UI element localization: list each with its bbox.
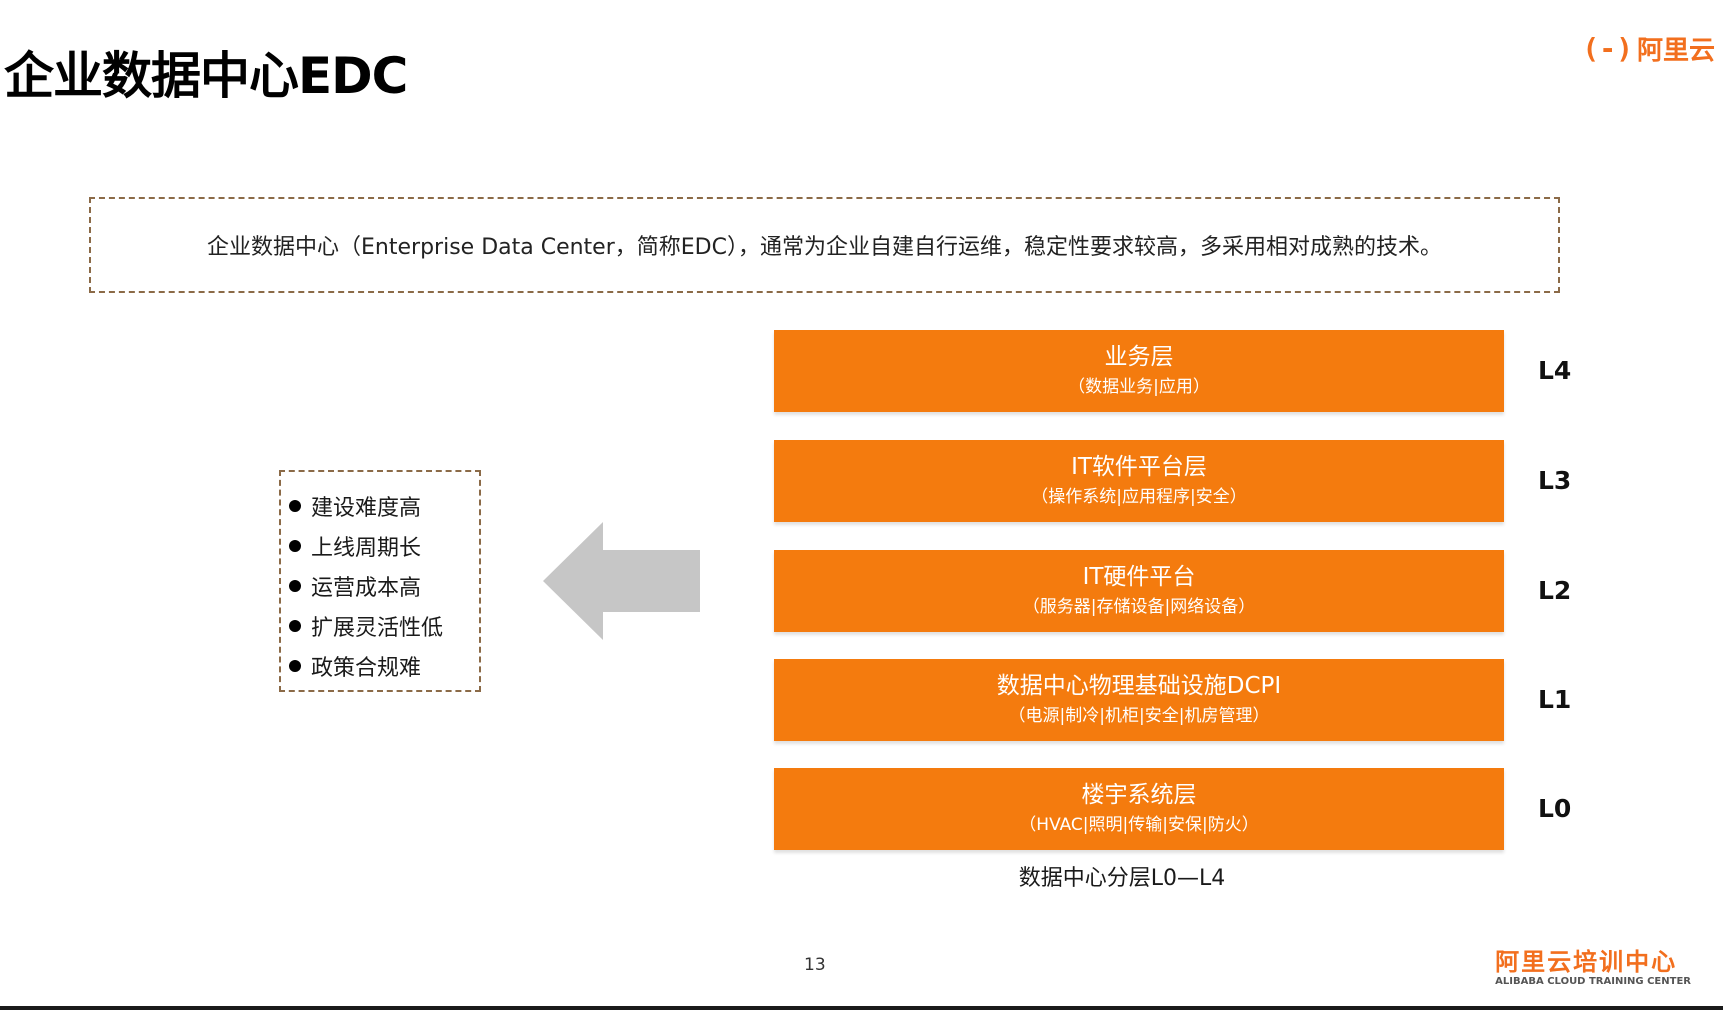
cons-list-item: 运营成本高	[289, 566, 479, 606]
layer-name: 业务层	[1104, 344, 1174, 370]
level-tag-l4: L4	[1538, 356, 1572, 385]
left-arrow-icon	[543, 522, 700, 640]
cons-list-item: 政策合规难	[289, 646, 479, 686]
slide-title: 企业数据中心EDC	[4, 47, 408, 105]
layer-block-l4: 业务层 （数据业务|应用）	[774, 330, 1504, 412]
cons-list-item-label: 上线周期长	[311, 536, 422, 561]
alibaba-cloud-logo: (-) 阿里云	[1582, 30, 1715, 67]
layer-name: IT软件平台层	[1071, 454, 1207, 480]
layer-block-l3: IT软件平台层 （操作系统|应用程序|安全）	[774, 440, 1504, 522]
bullet-icon	[289, 500, 301, 512]
bullet-icon	[289, 580, 301, 592]
cons-list-item-label: 运营成本高	[311, 576, 422, 601]
level-tag-l1: L1	[1538, 685, 1572, 714]
training-center-logo: 阿里云培训中心 ALIBABA CLOUD TRAINING CENTER	[1495, 948, 1691, 988]
training-center-logo-en: ALIBABA CLOUD TRAINING CENTER	[1495, 976, 1691, 987]
layer-block-l2: IT硬件平台 （服务器|存储设备|网络设备）	[774, 550, 1504, 632]
layer-detail: （HVAC|照明|传输|安保|防火）	[1019, 815, 1259, 835]
page-number: 13	[804, 955, 826, 975]
alibaba-cloud-logo-icon: (-)	[1582, 32, 1633, 65]
layer-block-l0: 楼宇系统层 （HVAC|照明|传输|安保|防火）	[774, 768, 1504, 850]
cons-list-item-label: 扩展灵活性低	[311, 616, 444, 641]
cons-list-box: 建设难度高 上线周期长 运营成本高 扩展灵活性低 政策合规难	[279, 470, 481, 692]
level-tag-l3: L3	[1538, 466, 1572, 495]
definition-box: 企业数据中心（Enterprise Data Center，简称EDC），通常为…	[89, 197, 1560, 293]
cons-list-item-label: 建设难度高	[311, 496, 422, 521]
bullet-icon	[289, 660, 301, 672]
definition-text: 企业数据中心（Enterprise Data Center，简称EDC），通常为…	[207, 235, 1442, 260]
layer-detail: （电源|制冷|机柜|安全|机房管理）	[1008, 706, 1270, 726]
bullet-icon	[289, 540, 301, 552]
level-tag-l2: L2	[1538, 576, 1572, 605]
layers-caption: 数据中心分层L0—L4	[1018, 866, 1226, 891]
layer-name: 数据中心物理基础设施DCPI	[996, 673, 1282, 699]
level-tag-l0: L0	[1538, 794, 1572, 823]
alibaba-cloud-logo-text: 阿里云	[1636, 36, 1715, 66]
cons-list-item: 扩展灵活性低	[289, 606, 479, 646]
layer-detail: （服务器|存储设备|网络设备）	[1022, 597, 1256, 617]
cons-list-item: 建设难度高	[289, 486, 479, 526]
layer-name: 楼宇系统层	[1081, 782, 1197, 808]
bottom-divider	[0, 1006, 1723, 1010]
layer-name: IT硬件平台	[1082, 564, 1196, 590]
bullet-icon	[289, 620, 301, 632]
layer-detail: （操作系统|应用程序|安全）	[1031, 487, 1247, 507]
cons-list-item: 上线周期长	[289, 526, 479, 566]
layer-block-l1: 数据中心物理基础设施DCPI （电源|制冷|机柜|安全|机房管理）	[774, 659, 1504, 741]
training-center-logo-cn: 阿里云培训中心	[1495, 948, 1678, 976]
left-arrow-shape	[543, 522, 700, 640]
cons-list-item-label: 政策合规难	[311, 656, 422, 681]
layer-detail: （数据业务|应用）	[1068, 377, 1210, 397]
